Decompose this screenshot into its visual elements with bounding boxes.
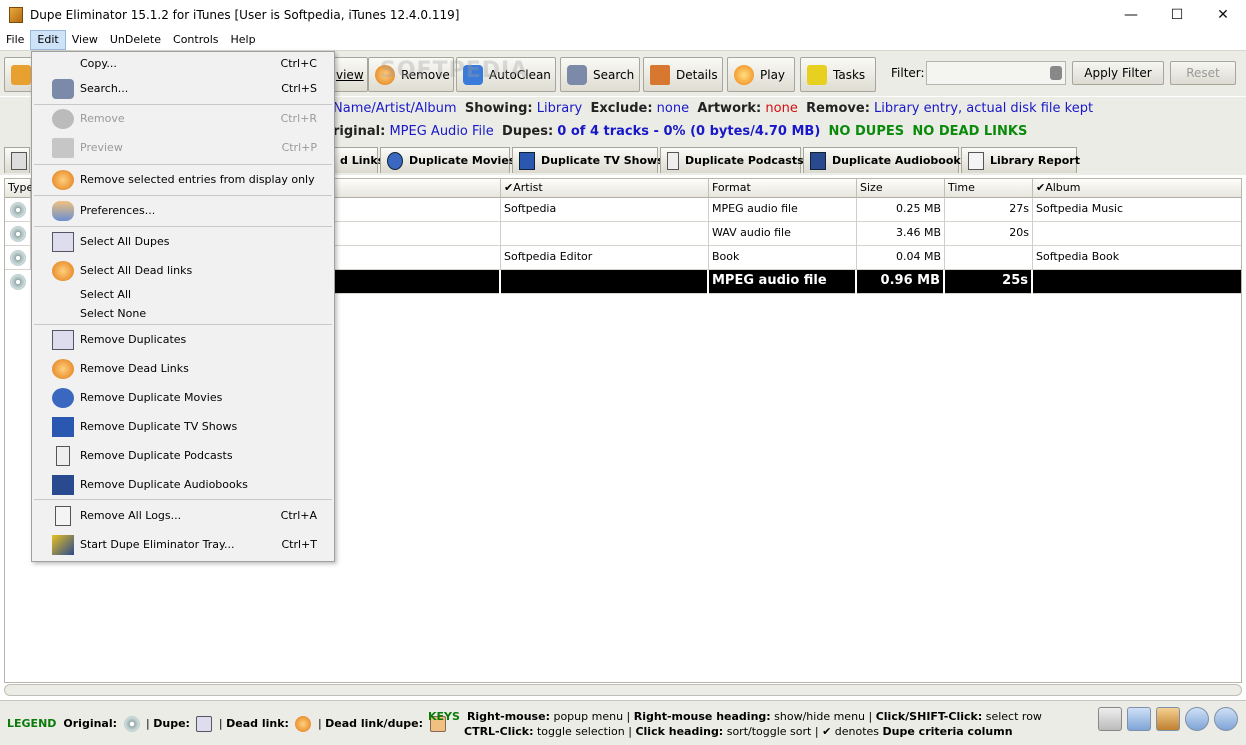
tab-duplicates[interactable] — [4, 147, 30, 173]
legend: LEGEND Original: | Dupe: | Dead link: | … — [7, 716, 449, 732]
minimize-button[interactable]: — — [1108, 0, 1154, 30]
filter-label: Filter: — [891, 66, 925, 80]
tasks-icon — [807, 64, 827, 85]
window-icon[interactable] — [1156, 707, 1180, 731]
keys-help: KEYS Right-mouse: popup menu | Right-mou… — [428, 710, 1042, 738]
cd-icon — [10, 202, 26, 218]
menu-item-remove-all-logs[interactable]: Remove All Logs... Ctrl+A — [32, 505, 334, 527]
menu-edit[interactable]: Edit — [30, 30, 66, 50]
original-icon — [123, 716, 140, 732]
tv-icon — [52, 417, 74, 437]
tv-icon — [519, 151, 535, 170]
cd-icon — [10, 226, 26, 242]
tab-duplicate-audiobooks[interactable]: Duplicate Audiobooks — [803, 147, 967, 173]
edit-menu-dropdown: Copy... Ctrl+C Search... Ctrl+S Remove C… — [31, 51, 335, 562]
remove-icon — [52, 109, 74, 129]
menu-item-remove-duplicate-tv-shows[interactable]: Remove Duplicate TV Shows — [32, 416, 334, 438]
list-icon — [11, 151, 27, 170]
film-reel-icon — [387, 151, 403, 170]
dead-link-icon — [52, 261, 74, 281]
podcast-icon — [667, 151, 679, 170]
menu-item-start-tray[interactable]: Start Dupe Eliminator Tray... Ctrl+T — [32, 534, 334, 556]
log-icon — [55, 506, 71, 526]
audiobook-icon — [52, 475, 74, 495]
dupe-icon — [52, 330, 74, 350]
header-type[interactable]: Type — [5, 179, 33, 198]
film-reel-icon — [52, 388, 74, 408]
preview-icon — [52, 138, 74, 158]
app-icon — [9, 7, 23, 23]
report-icon — [968, 151, 984, 170]
header-time[interactable]: Time — [945, 179, 1033, 198]
tab-duplicate-movies[interactable]: Duplicate Movies — [380, 147, 515, 173]
list-icon — [11, 64, 31, 85]
menu-item-copy[interactable]: Copy... Ctrl+C — [32, 53, 334, 75]
audiobook-icon — [810, 151, 826, 170]
cd-icon — [10, 250, 26, 266]
menu-bar: File Edit View UnDelete Controls Help — [0, 30, 1246, 50]
header-format[interactable]: Format — [709, 179, 857, 198]
menu-help[interactable]: Help — [225, 30, 262, 50]
menu-item-select-all-dead-links[interactable]: Select All Dead links — [32, 260, 334, 282]
title-bar: Dupe Eliminator 15.1.2 for iTunes [User … — [0, 0, 1246, 30]
toolbar-first-button[interactable] — [4, 57, 34, 92]
dupe-icon — [196, 716, 213, 732]
binoculars-icon — [567, 64, 587, 85]
remove-icon — [52, 170, 74, 190]
binoculars-icon — [52, 79, 74, 99]
details-button[interactable]: Details — [643, 57, 723, 92]
watermark: SOFTPEDIA — [380, 58, 529, 83]
help-icon[interactable] — [1214, 707, 1238, 731]
tray-icon — [52, 535, 74, 555]
info-icon[interactable] — [1185, 707, 1209, 731]
apply-filter-button[interactable]: Apply Filter — [1072, 61, 1164, 85]
view-button[interactable]: view — [334, 57, 368, 92]
search-button[interactable]: Search — [560, 57, 640, 92]
play-icon — [734, 64, 754, 85]
tasks-button[interactable]: Tasks — [800, 57, 876, 92]
menu-item-select-all-dupes[interactable]: Select All Dupes — [32, 231, 334, 253]
tab-duplicate-podcasts[interactable]: Duplicate Podcasts — [660, 147, 804, 173]
header-size[interactable]: Size — [857, 179, 945, 198]
details-icon — [650, 64, 670, 85]
menu-item-remove-duplicate-podcasts[interactable]: Remove Duplicate Podcasts — [32, 445, 334, 467]
horizontal-scrollbar[interactable] — [4, 684, 1242, 696]
status-bar: LEGEND Original: | Dupe: | Dead link: | … — [0, 700, 1246, 745]
restore-icon[interactable] — [1098, 707, 1122, 731]
reset-button[interactable]: Reset — [1170, 61, 1236, 85]
menu-item-remove[interactable]: Remove Ctrl+R — [32, 108, 334, 130]
menu-item-search[interactable]: Search... Ctrl+S — [32, 78, 334, 100]
menu-controls[interactable]: Controls — [167, 30, 225, 50]
menu-item-remove-dead-links[interactable]: Remove Dead Links — [32, 358, 334, 380]
menu-view[interactable]: View — [66, 30, 104, 50]
maximize-button[interactable]: ☐ — [1154, 0, 1200, 30]
menu-item-preferences[interactable]: Preferences... — [32, 200, 334, 222]
users-icon — [52, 201, 74, 221]
menu-item-remove-from-display[interactable]: Remove selected entries from display onl… — [32, 169, 334, 191]
tab-library-report[interactable]: Library Report — [961, 147, 1080, 173]
dead-link-icon — [295, 716, 312, 732]
menu-item-remove-duplicate-movies[interactable]: Remove Duplicate Movies — [32, 387, 334, 409]
podcast-icon — [56, 446, 70, 466]
menu-item-select-none[interactable]: Select None — [32, 303, 334, 325]
menu-item-preview[interactable]: Preview Ctrl+P — [32, 137, 334, 159]
menu-undelete[interactable]: UnDelete — [104, 30, 167, 50]
tab-duplicate-tv-shows[interactable]: Duplicate TV Shows — [512, 147, 664, 173]
dupe-icon — [52, 232, 74, 252]
menu-file[interactable]: File — [0, 30, 30, 50]
filter-input[interactable] — [926, 61, 1066, 85]
header-album[interactable]: ✔Album — [1033, 179, 1241, 198]
minimize-to-tray-icon[interactable] — [1127, 707, 1151, 731]
cd-icon — [10, 274, 26, 290]
header-artist[interactable]: ✔Artist — [501, 179, 709, 198]
play-button[interactable]: Play — [727, 57, 795, 92]
menu-item-remove-duplicates[interactable]: Remove Duplicates — [32, 329, 334, 351]
filter-history-icon[interactable] — [1050, 66, 1062, 80]
window-title: Dupe Eliminator 15.1.2 for iTunes [User … — [30, 8, 460, 22]
menu-item-remove-duplicate-audiobooks[interactable]: Remove Duplicate Audiobooks — [32, 474, 334, 496]
dead-link-icon — [52, 359, 74, 379]
close-button[interactable]: ✕ — [1200, 0, 1246, 30]
tab-dead-links[interactable]: d Links — [334, 147, 384, 173]
